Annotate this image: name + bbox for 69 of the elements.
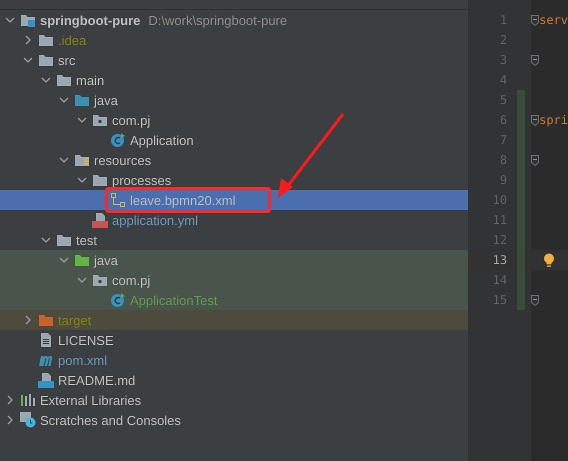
tree-item[interactable]: java	[0, 90, 468, 110]
fold-marker-icon[interactable]	[531, 54, 540, 66]
folder-icon	[38, 53, 54, 67]
code-text: spri	[539, 113, 568, 127]
item-label: pom.xml	[58, 352, 108, 368]
package-icon	[92, 113, 108, 127]
item-label: processes	[112, 172, 172, 188]
fold-marker-icon[interactable]	[531, 114, 540, 126]
item-label: main	[76, 72, 104, 88]
lightbulb-icon[interactable]	[543, 252, 556, 268]
maven-icon	[38, 353, 54, 367]
item-label: java	[94, 252, 118, 268]
tree-item[interactable]: External Libraries	[0, 390, 468, 410]
item-label: com.pj	[112, 112, 150, 128]
tree-item[interactable]: java	[0, 250, 468, 270]
tree-item[interactable]: resources	[0, 150, 468, 170]
libraries-icon	[20, 393, 36, 407]
diagram-file-icon	[110, 192, 126, 208]
item-label: application.yml	[112, 212, 198, 228]
module-path: D:\work\springboot-pure	[148, 12, 288, 28]
item-label: LICENSE	[58, 332, 114, 348]
tree-item[interactable]: com.pj	[0, 110, 468, 130]
folder-icon	[38, 313, 54, 327]
folder-icon	[38, 33, 54, 47]
folder-icon	[74, 253, 90, 267]
folder-icon	[92, 173, 108, 187]
folder-icon	[74, 93, 90, 107]
item-label: README.md	[58, 372, 136, 388]
fold-marker-icon[interactable]	[531, 14, 540, 26]
tree-item[interactable]: Application	[0, 130, 468, 150]
folder-icon	[56, 233, 72, 247]
item-label: springboot-pure	[40, 12, 140, 28]
class-icon	[110, 132, 126, 148]
item-label: ApplicationTest	[130, 292, 218, 308]
tree-item[interactable]: com.pj	[0, 270, 468, 290]
item-label: java	[94, 92, 118, 108]
tree-item[interactable]: main	[0, 70, 468, 90]
code-text: serv	[539, 13, 568, 27]
item-label: com.pj	[112, 272, 150, 288]
tree-item[interactable]: Scratches and Consoles	[0, 410, 468, 430]
fold-marker-icon[interactable]	[531, 294, 540, 306]
class-icon	[110, 292, 126, 308]
item-label: src	[58, 52, 76, 68]
item-label: .idea	[58, 32, 86, 48]
tree-item[interactable]: application.yml	[0, 210, 468, 230]
tree-item[interactable]: springboot-pure D:\work\springboot-pure	[0, 10, 468, 30]
item-label: target	[58, 312, 92, 328]
item-label: resources	[94, 152, 152, 168]
folder-icon	[56, 73, 72, 87]
package-icon	[92, 273, 108, 287]
line-number: 13	[492, 253, 508, 267]
tree-item[interactable]: processes	[0, 170, 468, 190]
item-label: test	[76, 232, 97, 248]
resources-folder-icon	[74, 153, 90, 167]
tree-item[interactable]: src	[0, 50, 468, 70]
item-label: Scratches and Consoles	[40, 412, 181, 428]
item-label: Application	[130, 132, 194, 148]
item-label: leave.bpmn20.xml	[130, 192, 236, 208]
module-folder-icon	[20, 13, 36, 27]
tree-item[interactable]: test	[0, 230, 468, 250]
tree-item[interactable]: README.md	[0, 370, 468, 390]
item-label: External Libraries	[40, 392, 142, 408]
markdown-file-icon	[38, 372, 54, 388]
scratches-icon	[20, 412, 36, 428]
tree-item[interactable]: LICENSE	[0, 330, 468, 350]
tree-item[interactable]: pom.xml	[0, 350, 468, 370]
yml-file-icon	[92, 212, 108, 228]
fold-marker-icon[interactable]	[531, 154, 540, 166]
text-file-icon	[38, 332, 54, 348]
